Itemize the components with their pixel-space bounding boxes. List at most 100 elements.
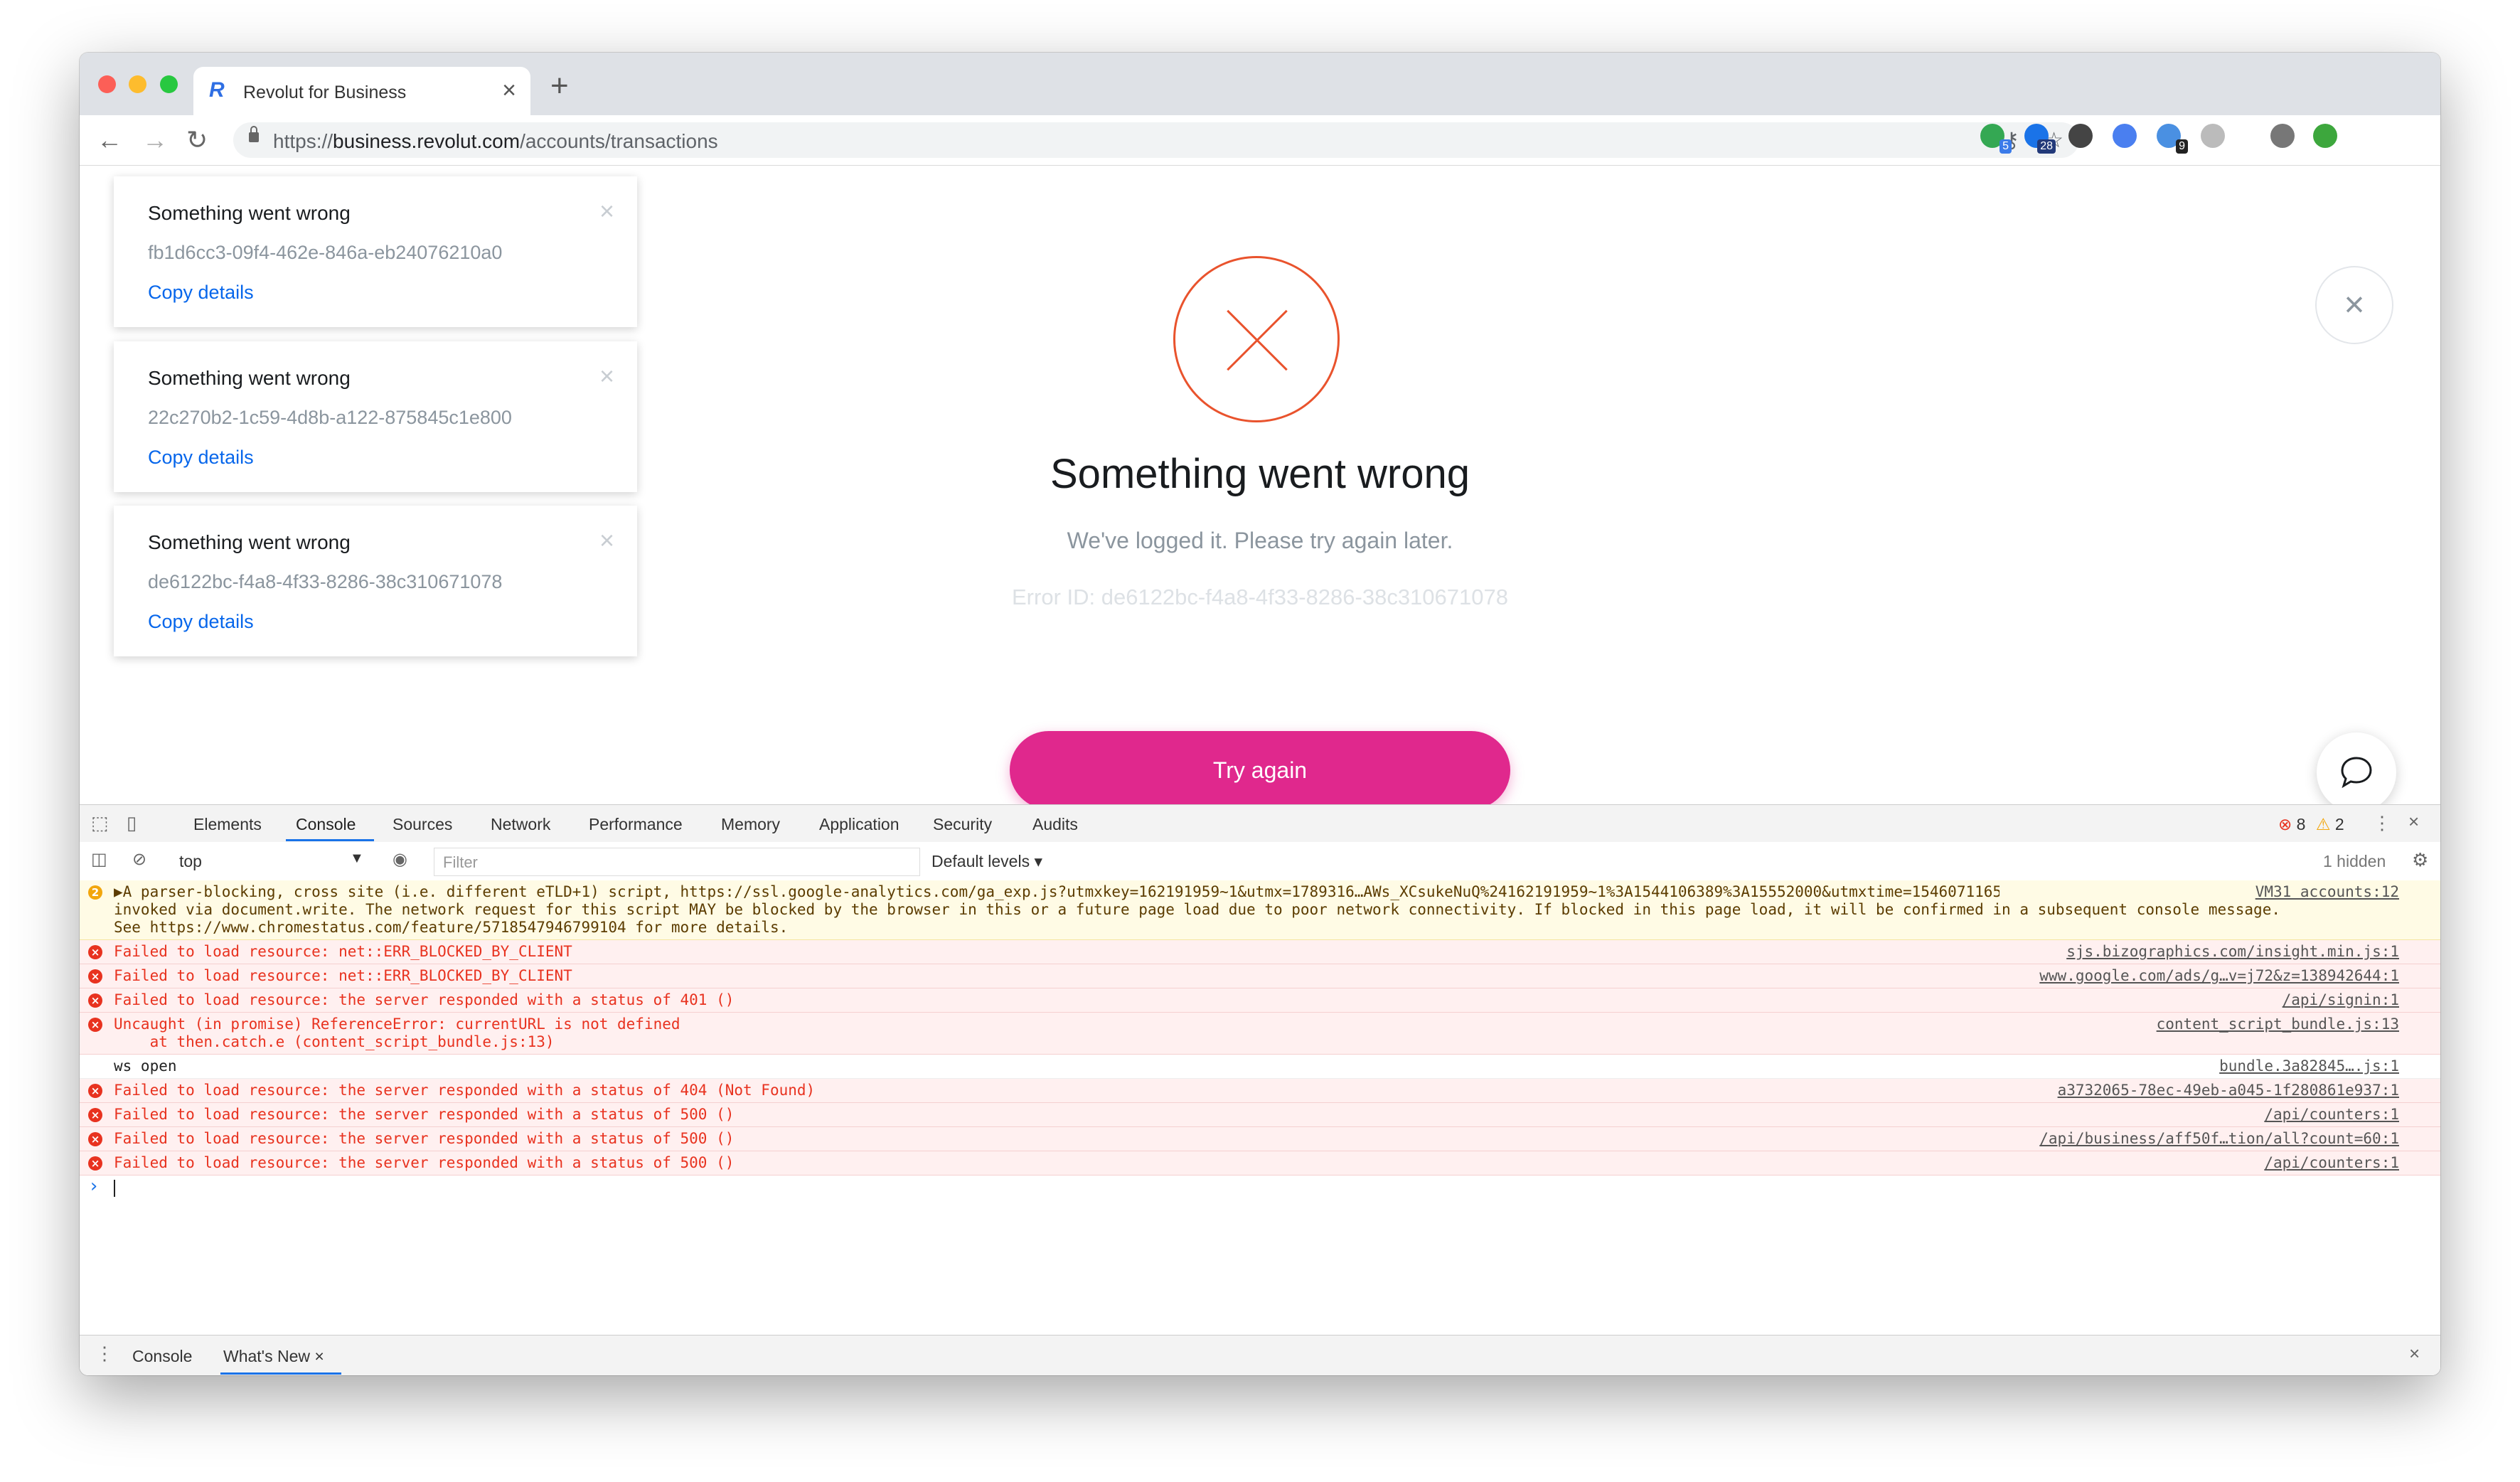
close-drawer-icon[interactable]: × <box>2409 1343 2420 1365</box>
console-message-text: ws open <box>114 1057 177 1075</box>
console-source-link[interactable]: bundle.3a82845….js:1 <box>2219 1057 2399 1075</box>
console-message: 2 ▶A parser-blocking, cross site (i.e. di… <box>80 880 2440 940</box>
chat-button[interactable] <box>2317 732 2396 812</box>
console-source-link[interactable]: sjs.bizographics.com/insight.min.js:1 <box>2066 943 2399 961</box>
tab-close-icon[interactable]: × <box>502 77 516 105</box>
copy-details-link[interactable]: Copy details <box>148 282 254 304</box>
devtools-tab-performance[interactable]: Performance <box>589 815 683 834</box>
gear-icon[interactable]: ⚙ <box>2412 849 2428 871</box>
console-toolbar: ◫ ⊘ top ▼ ◉ Filter Default levels ▾ 1 hi… <box>80 842 2440 881</box>
new-tab-button[interactable]: + <box>550 68 569 104</box>
console-message-text: Failed to load resource: the server resp… <box>114 991 735 1008</box>
console-message-text: Failed to load resource: net::ERR_BLOCKE… <box>114 943 572 960</box>
forward-arrow-icon[interactable]: → <box>142 125 168 155</box>
minimize-window-button[interactable] <box>129 75 147 93</box>
try-again-button[interactable]: Try again <box>1010 731 1510 809</box>
filter-input[interactable]: Filter <box>434 848 920 876</box>
error-id: Error ID: de6122bc-f4a8-4f33-8286-38c310… <box>1012 585 1508 609</box>
devtools-tab-console[interactable]: Console <box>296 815 356 834</box>
toast-close-icon[interactable]: × <box>599 361 614 391</box>
close-icon[interactable]: × <box>2315 266 2393 344</box>
tab-strip: R Revolut for Business × + <box>80 53 2440 115</box>
console-message-text: ▶A parser-blocking, cross site (i.e. dif… <box>114 883 2000 900</box>
error-counter[interactable]: ⊗ 8 ⚠ 2 <box>2278 815 2344 834</box>
inspect-element-icon[interactable]: ⬚ <box>91 812 109 834</box>
update-icon[interactable] <box>2313 124 2337 148</box>
docs-extension-icon[interactable] <box>2113 124 2137 148</box>
error-x-icon <box>1173 256 1340 422</box>
more-options-icon[interactable]: ⋮ <box>2373 812 2391 834</box>
console-message: × Failed to load resource: the server res… <box>80 988 2440 1013</box>
tab-title: Revolut for Business <box>243 82 407 102</box>
error-icon: × <box>88 969 102 983</box>
copy-details-link[interactable]: Copy details <box>148 611 254 633</box>
text-cursor <box>114 1180 115 1197</box>
toast-title: Something went wrong <box>148 202 351 224</box>
console-source-link[interactable]: a3732065-78ec-49eb-a045-1f280861e937:1 <box>2058 1082 2399 1099</box>
toast-title: Something went wrong <box>148 367 351 389</box>
error-icon: × <box>88 1084 102 1098</box>
drawer-menu-icon[interactable]: ⋮ <box>95 1343 114 1365</box>
extension-badge: 9 <box>2176 139 2188 154</box>
devtools-tab-security[interactable]: Security <box>933 815 992 834</box>
console-source-link[interactable]: www.google.com/ads/g…v=j72&z=138942644:1 <box>2039 967 2399 985</box>
lock-icon <box>249 126 259 142</box>
console-message: × Failed to load resource: net::ERR_BLOCK… <box>80 940 2440 964</box>
devtools-tab-audits[interactable]: Audits <box>1032 815 1078 834</box>
chat-icon <box>2341 757 2372 789</box>
console-source-link[interactable]: VM31 accounts:12 <box>2255 883 2399 901</box>
close-window-button[interactable] <box>98 75 116 93</box>
extension-badge: 28 <box>2037 139 2056 154</box>
devtools-tab-application[interactable]: Application <box>819 815 899 834</box>
log-levels-dropdown[interactable]: Default levels ▾ <box>931 852 1042 871</box>
prompt-chevron-icon: › <box>88 1176 100 1197</box>
console-prompt[interactable]: › <box>80 1176 2440 1201</box>
address-bar[interactable]: https://business.revolut.com/accounts/tr… <box>233 122 2079 158</box>
devtools-tabbar: ⬚ ▯ Elements Console Sources Network Perform… <box>80 805 2440 843</box>
revolut-logo-icon: R <box>209 78 225 102</box>
devtools-tab-memory[interactable]: Memory <box>721 815 780 834</box>
console-source-link[interactable]: content_script_bundle.js:13 <box>2157 1015 2399 1033</box>
console-message: × Failed to load resource: net::ERR_BLOCK… <box>80 964 2440 988</box>
close-devtools-icon[interactable]: × <box>2408 811 2419 833</box>
console-message: × Failed to load resource: the server res… <box>80 1151 2440 1176</box>
cloud-extension-icon[interactable]: 28 <box>2024 124 2056 154</box>
context-dropdown-icon[interactable]: ▼ <box>350 851 364 867</box>
console-source-link[interactable]: /api/business/aff50f…tion/all?count=60:1 <box>2039 1130 2399 1148</box>
context-selector[interactable]: top <box>179 852 202 871</box>
console-message: × Uncaught (in promise) ReferenceError: c… <box>80 1013 2440 1055</box>
page-content: Something went wrong fb1d6cc3-09f4-462e-8… <box>80 166 2440 812</box>
drawer-tab-console[interactable]: Console <box>132 1347 192 1366</box>
browser-tab[interactable]: R Revolut for Business × <box>193 67 530 115</box>
console-source-link[interactable]: /api/counters:1 <box>2264 1106 2399 1124</box>
devtools-tab-sources[interactable]: Sources <box>393 815 452 834</box>
toast-close-icon[interactable]: × <box>599 196 614 226</box>
chat-extension-icon[interactable] <box>2201 124 2225 148</box>
devtools-tab-network[interactable]: Network <box>491 815 550 834</box>
console-message-text: Failed to load resource: the server resp… <box>114 1130 735 1147</box>
sidebar-toggle-icon[interactable]: ◫ <box>91 849 107 870</box>
browser-window: R Revolut for Business × + ← → ↻ https:/… <box>80 53 2440 1375</box>
green-extension-icon[interactable]: 5 <box>1980 124 2012 154</box>
1password-icon[interactable] <box>2068 124 2093 148</box>
console-source-link[interactable]: /api/counters:1 <box>2264 1154 2399 1172</box>
drawer-tab-whats-new[interactable]: What's New × <box>223 1347 324 1366</box>
back-arrow-icon[interactable]: ← <box>97 125 122 155</box>
error-icon: × <box>88 1132 102 1146</box>
clear-console-icon[interactable]: ⊘ <box>132 849 146 870</box>
console-message-text: Uncaught (in promise) ReferenceError: cu… <box>114 1015 680 1033</box>
devtools-panel: ⬚ ▯ Elements Console Sources Network Perform… <box>80 804 2440 1375</box>
eye-icon[interactable]: ◉ <box>393 849 407 870</box>
devtools-tab-elements[interactable]: Elements <box>193 815 262 834</box>
url-text[interactable]: https://business.revolut.com/accounts/tr… <box>273 130 718 153</box>
device-toolbar-icon[interactable]: ▯ <box>127 812 137 834</box>
blue-extension-icon[interactable]: 9 <box>2157 124 2188 154</box>
extension-badge: 5 <box>2000 139 2012 154</box>
profile-avatar[interactable] <box>2270 124 2295 148</box>
error-toast: Something went wrong fb1d6cc3-09f4-462e-8… <box>114 176 637 327</box>
console-source-link[interactable]: /api/signin:1 <box>2283 991 2399 1009</box>
console-message-text: invoked via document.write. The network … <box>114 901 2280 918</box>
warning-icon: 2 <box>88 885 102 900</box>
reload-icon[interactable]: ↻ <box>186 125 208 155</box>
maximize-window-button[interactable] <box>159 75 178 93</box>
